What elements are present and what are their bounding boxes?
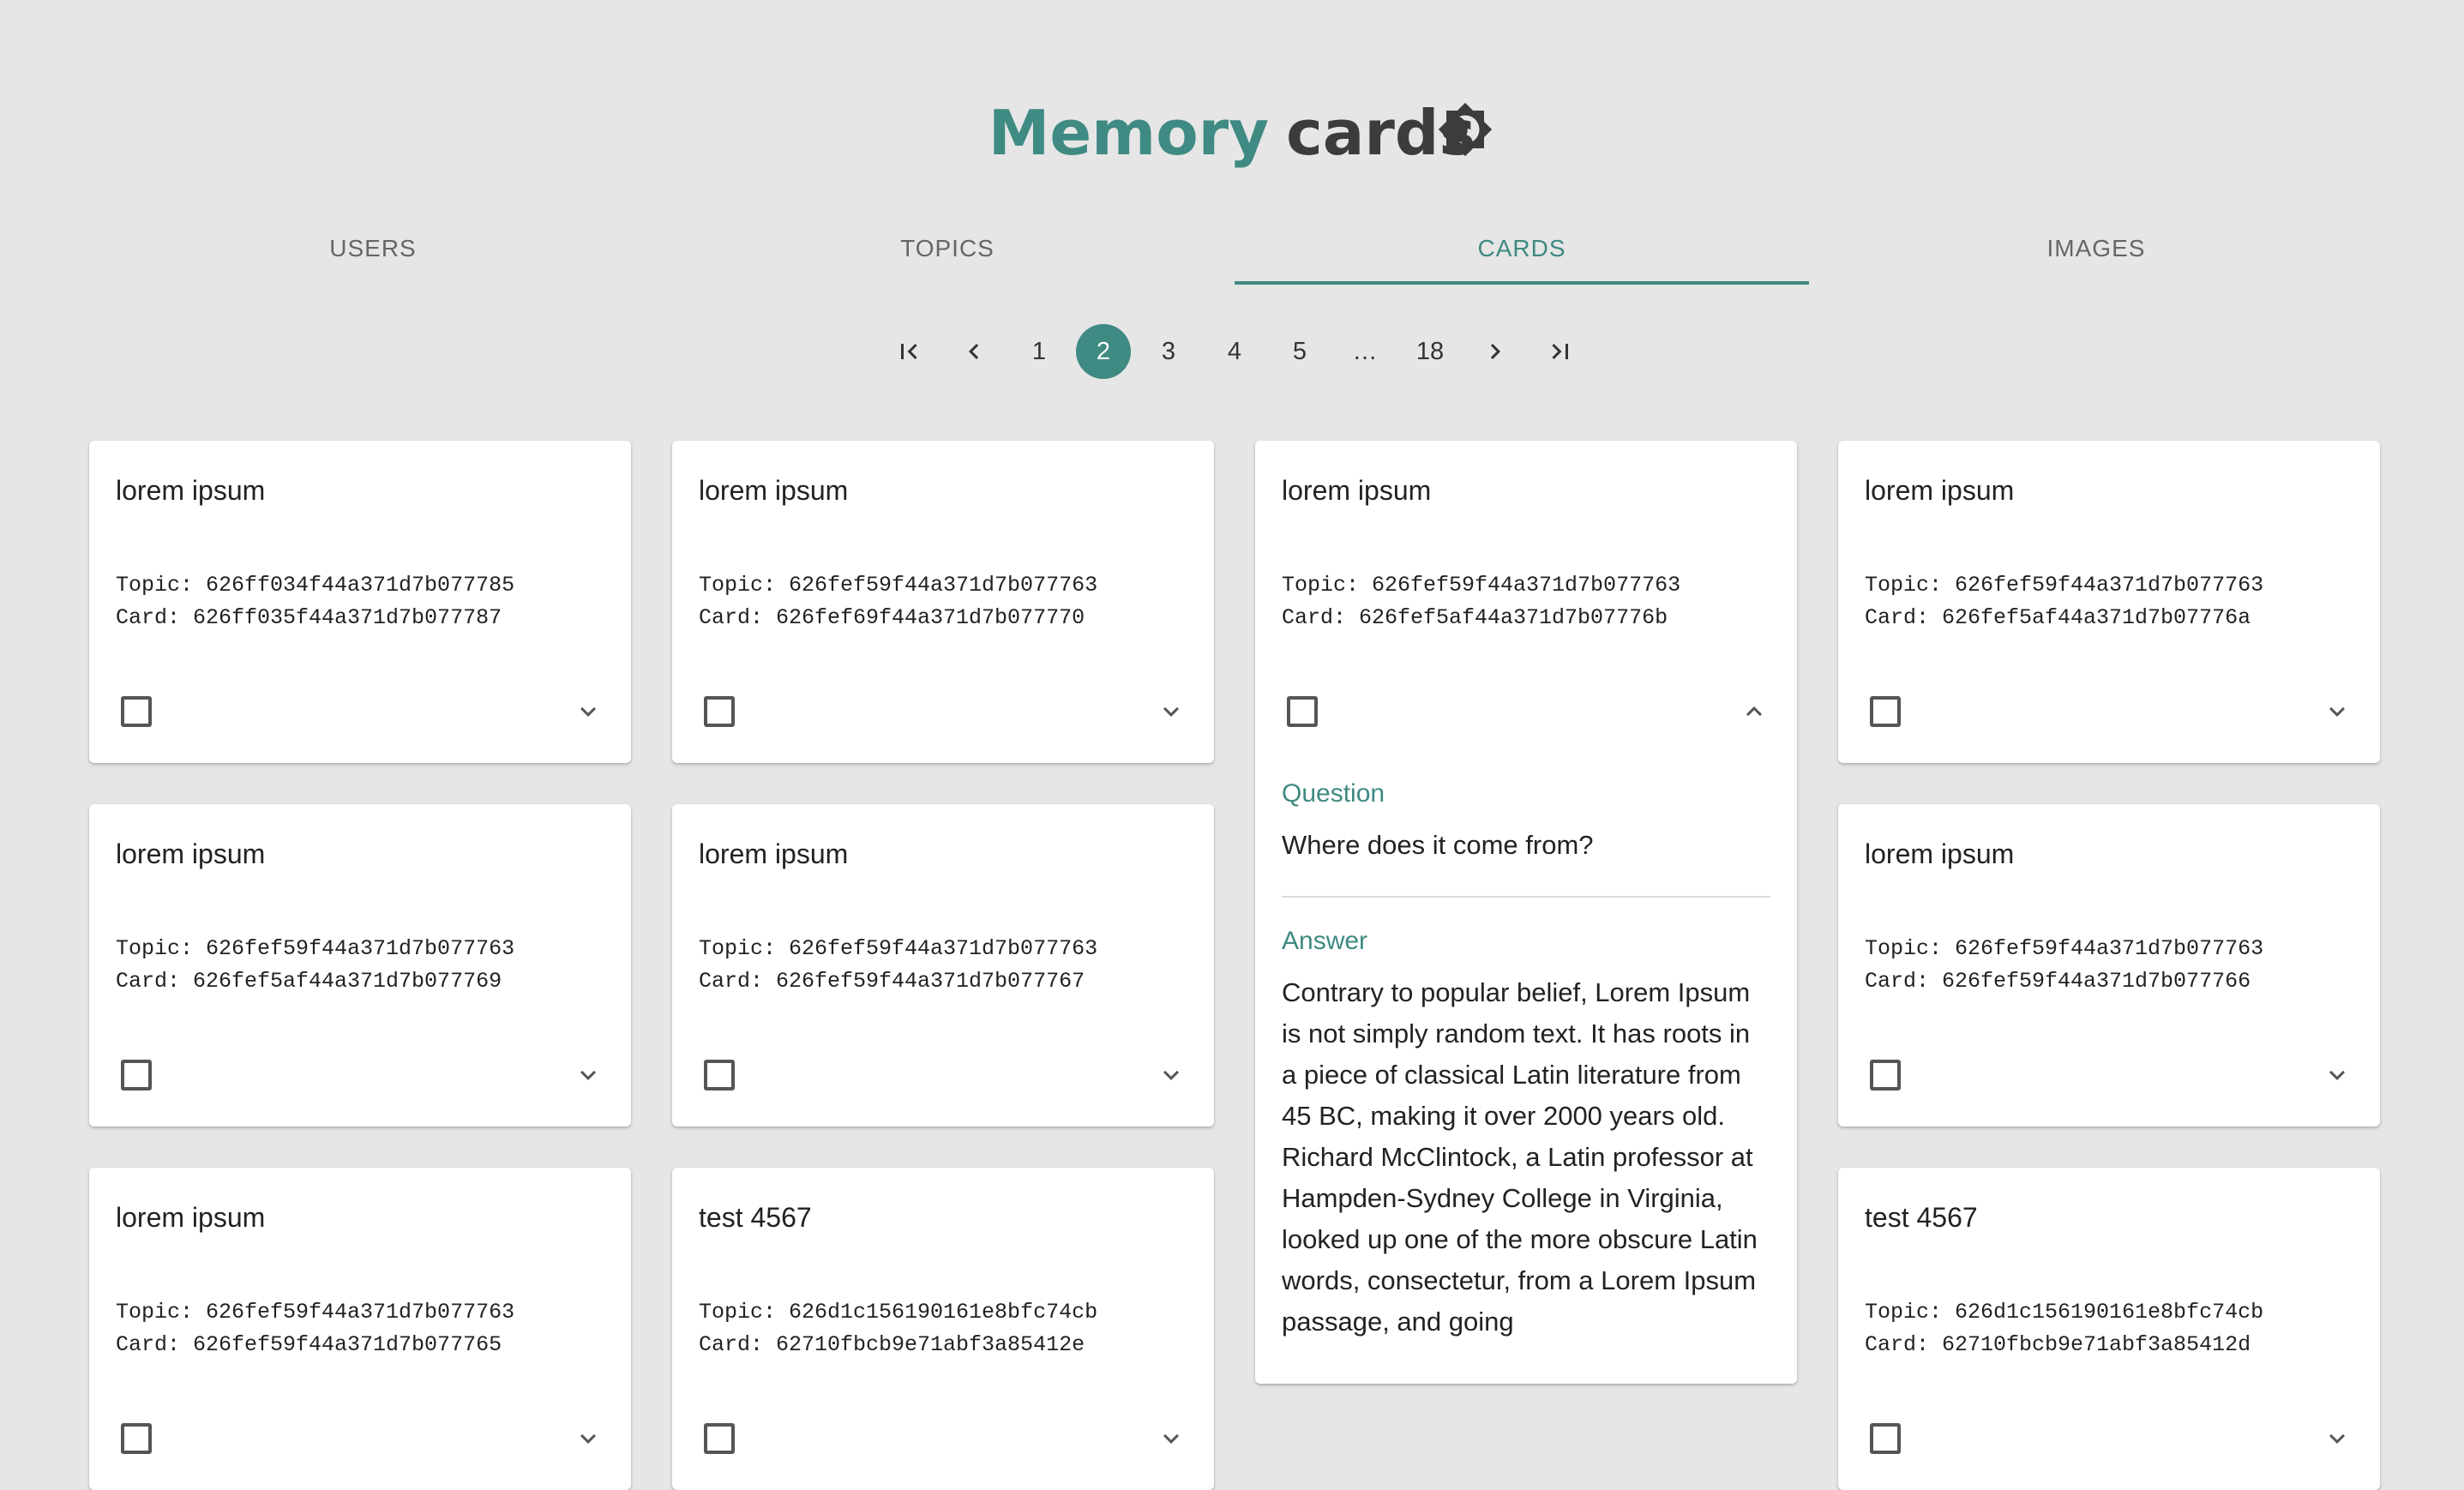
- card-meta: Topic: 626fef59f44a371d7b077763 Card: 626…: [116, 933, 514, 998]
- divider: [1282, 896, 1770, 898]
- select-checkbox[interactable]: [704, 696, 735, 727]
- page-button[interactable]: 18: [1403, 324, 1457, 379]
- select-checkbox[interactable]: [121, 696, 152, 727]
- card-title: lorem ipsum: [1865, 475, 2015, 506]
- question-text: Where does it come from?: [1282, 830, 1594, 860]
- card-meta: Topic: 626fef59f44a371d7b077763 Card: 626…: [1865, 933, 2263, 998]
- chevron-down-icon[interactable]: [1154, 694, 1188, 729]
- page-button[interactable]: 5: [1272, 324, 1327, 379]
- memory-card: lorem ipsum Topic: 626fef59f44a371d7b0777…: [1838, 441, 2380, 763]
- card-title: lorem ipsum: [699, 838, 849, 869]
- card-id: Card: 626ff035f44a371d7b077787: [116, 605, 502, 630]
- select-checkbox[interactable]: [1870, 1060, 1901, 1090]
- question-label: Question: [1282, 779, 1385, 808]
- card-title: lorem ipsum: [116, 475, 266, 506]
- memory-card: lorem ipsum Topic: 626fef59f44a371d7b0777…: [1838, 804, 2380, 1127]
- tab-users[interactable]: USERS: [86, 213, 660, 285]
- card-topic-id: Topic: 626fef59f44a371d7b077763: [1865, 573, 2264, 598]
- page-button[interactable]: 1: [1012, 324, 1067, 379]
- card-title: lorem ipsum: [699, 475, 849, 506]
- card-id: Card: 626fef69f44a371d7b077770: [699, 605, 1085, 630]
- last-page-icon[interactable]: [1533, 324, 1588, 379]
- card-title: test 4567: [699, 1202, 812, 1233]
- card-meta: Topic: 626fef59f44a371d7b077763 Card: 626…: [699, 933, 1097, 998]
- tab-topics[interactable]: TOPICS: [660, 213, 1235, 285]
- card-topic-id: Topic: 626fef59f44a371d7b077763: [1282, 573, 1681, 598]
- memory-card: test 4567 Topic: 626d1c156190161e8bfc74cb…: [672, 1168, 1214, 1490]
- first-page-icon[interactable]: [881, 324, 936, 379]
- chevron-down-icon[interactable]: [571, 1421, 605, 1456]
- current-page-button[interactable]: 2: [1076, 324, 1131, 379]
- chevron-down-icon[interactable]: [571, 1058, 605, 1092]
- page-title: Memory cards: [0, 86, 2464, 180]
- card-meta: Topic: 626fef59f44a371d7b077763 Card: 626…: [699, 569, 1097, 634]
- card-meta: Topic: 626ff034f44a371d7b077785 Card: 626…: [116, 569, 514, 634]
- page-button[interactable]: 4: [1207, 324, 1262, 379]
- next-page-icon[interactable]: [1468, 324, 1523, 379]
- select-checkbox[interactable]: [704, 1060, 735, 1090]
- main-tabs: USERS TOPICS CARDS IMAGES: [86, 213, 2383, 285]
- brightness-icon[interactable]: [1437, 101, 1493, 158]
- tab-images[interactable]: IMAGES: [1809, 213, 2383, 285]
- previous-page-icon[interactable]: [947, 324, 1001, 379]
- card-title: test 4567: [1865, 1202, 1978, 1233]
- page-ellipsis: …: [1352, 337, 1378, 365]
- card-id: Card: 626fef5af44a371d7b077769: [116, 969, 502, 994]
- memory-card: lorem ipsum Topic: 626fef59f44a371d7b0777…: [89, 1168, 631, 1490]
- chevron-down-icon[interactable]: [2320, 1421, 2354, 1456]
- card-topic-id: Topic: 626ff034f44a371d7b077785: [116, 573, 515, 598]
- chevron-down-icon[interactable]: [1154, 1058, 1188, 1092]
- select-checkbox[interactable]: [121, 1423, 152, 1454]
- card-meta: Topic: 626d1c156190161e8bfc74cb Card: 627…: [699, 1296, 1097, 1361]
- card-topic-id: Topic: 626fef59f44a371d7b077763: [1865, 936, 2264, 961]
- tab-cards[interactable]: CARDS: [1235, 213, 1809, 285]
- memory-card: lorem ipsum Topic: 626fef59f44a371d7b0777…: [1255, 441, 1797, 1384]
- page-button[interactable]: 3: [1141, 324, 1196, 379]
- card-title: lorem ipsum: [1282, 475, 1432, 506]
- card-title: lorem ipsum: [1865, 838, 2015, 869]
- chevron-down-icon[interactable]: [2320, 1058, 2354, 1092]
- card-id: Card: 626fef5af44a371d7b07776a: [1865, 605, 2251, 630]
- select-checkbox[interactable]: [1870, 696, 1901, 727]
- select-checkbox[interactable]: [1287, 696, 1318, 727]
- card-topic-id: Topic: 626fef59f44a371d7b077763: [116, 936, 515, 961]
- card-topic-id: Topic: 626d1c156190161e8bfc74cb: [699, 1300, 1098, 1325]
- card-topic-id: Topic: 626fef59f44a371d7b077763: [699, 936, 1098, 961]
- chevron-down-icon[interactable]: [2320, 694, 2354, 729]
- card-id: Card: 626fef5af44a371d7b07776b: [1282, 605, 1668, 630]
- card-meta: Topic: 626fef59f44a371d7b077763 Card: 626…: [1865, 569, 2263, 634]
- card-topic-id: Topic: 626d1c156190161e8bfc74cb: [1865, 1300, 2264, 1325]
- card-topic-id: Topic: 626fef59f44a371d7b077763: [116, 1300, 515, 1325]
- select-checkbox[interactable]: [704, 1423, 735, 1454]
- card-id: Card: 626fef59f44a371d7b077767: [699, 969, 1085, 994]
- pagination: 1 2 3 4 5 … 18: [0, 324, 2464, 379]
- chevron-down-icon[interactable]: [571, 694, 605, 729]
- memory-card: lorem ipsum Topic: 626fef59f44a371d7b0777…: [89, 804, 631, 1127]
- card-meta: Topic: 626fef59f44a371d7b077763 Card: 626…: [1282, 569, 1680, 634]
- select-checkbox[interactable]: [121, 1060, 152, 1090]
- chevron-up-icon[interactable]: [1737, 694, 1771, 729]
- card-id: Card: 626fef59f44a371d7b077765: [116, 1332, 502, 1357]
- card-meta: Topic: 626d1c156190161e8bfc74cb Card: 627…: [1865, 1296, 2263, 1361]
- card-id: Card: 626fef59f44a371d7b077766: [1865, 969, 2251, 994]
- title-accent: Memory: [988, 97, 1270, 169]
- card-title: lorem ipsum: [116, 838, 266, 869]
- memory-card: lorem ipsum Topic: 626fef59f44a371d7b0777…: [672, 441, 1214, 763]
- card-id: Card: 62710fbcb9e71abf3a85412e: [699, 1332, 1085, 1357]
- chevron-down-icon[interactable]: [1154, 1421, 1188, 1456]
- answer-label: Answer: [1282, 927, 1368, 955]
- memory-card: lorem ipsum Topic: 626ff034f44a371d7b0777…: [89, 441, 631, 763]
- card-topic-id: Topic: 626fef59f44a371d7b077763: [699, 573, 1098, 598]
- card-title: lorem ipsum: [116, 1202, 266, 1233]
- card-meta: Topic: 626fef59f44a371d7b077763 Card: 626…: [116, 1296, 514, 1361]
- answer-text: Contrary to popular belief, Lorem Ipsum …: [1282, 977, 1758, 1337]
- select-checkbox[interactable]: [1870, 1423, 1901, 1454]
- memory-card: lorem ipsum Topic: 626fef59f44a371d7b0777…: [672, 804, 1214, 1127]
- memory-card: test 4567 Topic: 626d1c156190161e8bfc74cb…: [1838, 1168, 2380, 1490]
- card-id: Card: 62710fbcb9e71abf3a85412d: [1865, 1332, 2251, 1357]
